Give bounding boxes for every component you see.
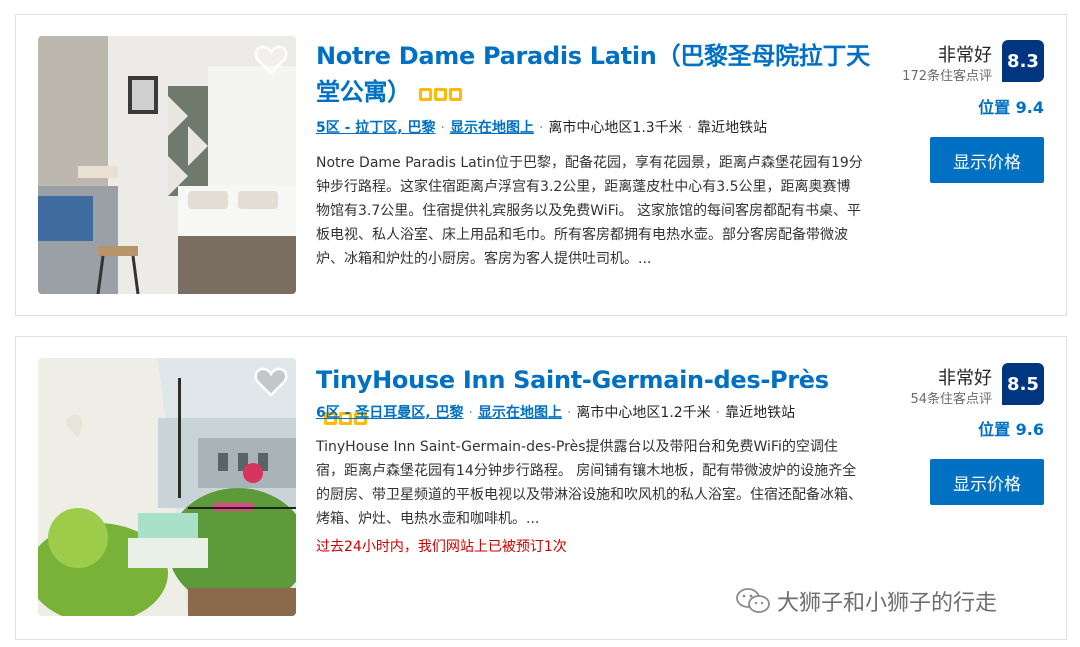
recent-booking-notice: 过去24小时内，我们网站上已被预订1次 — [316, 539, 567, 555]
score-word: 非常好 — [938, 45, 992, 66]
favorite-heart-icon[interactable] — [254, 366, 288, 398]
hotel-card: Notre Dame Paradis Latin（巴黎圣母院拉丁天堂公寓） 5区… — [15, 14, 1067, 316]
location-line: 5区 - 拉丁区, 巴黎 · 显示在地图上 · 离市中心地区1.3千米 · 靠近地铁站 — [316, 120, 768, 136]
hotel-photo[interactable] — [38, 358, 296, 616]
watermark-text: 大狮子和小狮子的行走 — [777, 591, 998, 616]
hotel-title-text[interactable]: Notre Dame Paradis Latin（巴黎圣母院拉丁天堂公寓） — [316, 42, 870, 106]
hotel-photo[interactable] — [38, 36, 296, 294]
metro-text: 靠近地铁站 — [697, 120, 768, 136]
distance-text: 离市中心地区1.3千米 — [548, 120, 683, 136]
show-on-map-link[interactable]: 显示在地图上 — [450, 120, 534, 136]
distance-text: 离市中心地区1.2千米 — [576, 405, 711, 421]
review-count[interactable]: 54条住客点评 — [910, 388, 992, 407]
metro-text: 靠近地铁站 — [725, 405, 796, 421]
review-score-badge: 8.3 — [1002, 40, 1044, 82]
show-prices-button[interactable]: 显示价格 — [930, 137, 1044, 183]
district-link[interactable]: 5区 - 拉丁区, 巴黎 — [316, 120, 436, 136]
location-line: 6区 - 圣日耳曼区, 巴黎 · 显示在地图上 · 离市中心地区1.2千米 · 靠近地铁站 — [316, 405, 796, 421]
review-score-badge: 8.5 — [1002, 363, 1044, 405]
hotel-description: TinyHouse Inn Saint-Germain-des-Près提供露台… — [316, 439, 862, 527]
show-on-map-link[interactable]: 显示在地图上 — [478, 405, 562, 421]
favorite-heart-icon[interactable] — [254, 44, 288, 76]
district-link[interactable]: 6区 - 圣日耳曼区, 巴黎 — [316, 405, 464, 421]
star-rating-icon — [418, 75, 464, 111]
hotel-title[interactable]: TinyHouse Inn Saint-Germain-des-Près — [316, 362, 876, 435]
location-score: 位置 9.6 — [978, 420, 1044, 439]
hotel-title-text[interactable]: TinyHouse Inn Saint-Germain-des-Près — [316, 366, 829, 394]
hotel-description: Notre Dame Paradis Latin位于巴黎，配备花园，享有花园景，… — [316, 155, 863, 267]
wechat-icon — [736, 588, 770, 613]
hotel-title[interactable]: Notre Dame Paradis Latin（巴黎圣母院拉丁天堂公寓） — [316, 38, 876, 111]
review-count[interactable]: 172条住客点评 — [902, 65, 992, 84]
watermark: 大狮子和小狮子的行走 — [735, 585, 997, 617]
score-word: 非常好 — [938, 368, 992, 389]
location-score: 位置 9.4 — [978, 98, 1044, 117]
show-prices-button[interactable]: 显示价格 — [930, 459, 1044, 505]
